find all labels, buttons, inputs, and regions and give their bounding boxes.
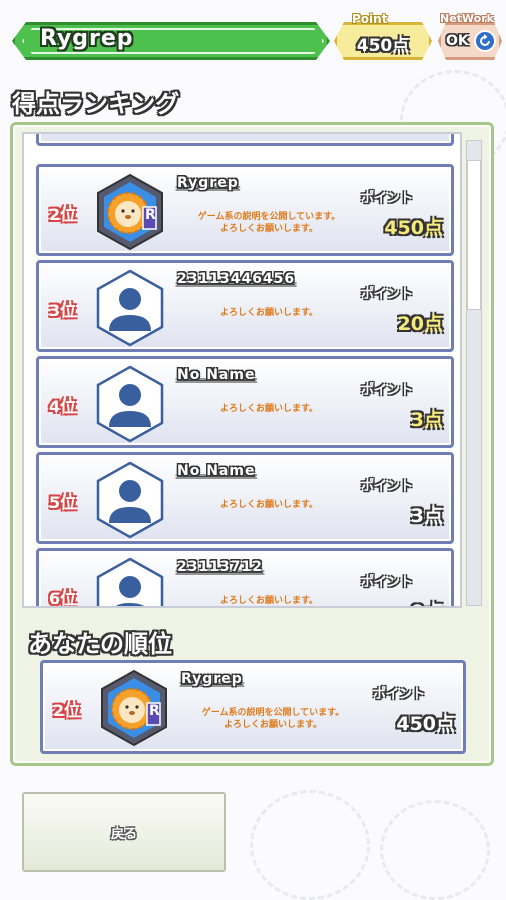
player-comment: ゲーム系の説明を公開しています。 よろしくお願いします。 <box>173 707 373 731</box>
point-amount: 20点 <box>397 313 443 335</box>
player-badge: R <box>149 703 160 719</box>
point-caption: ポイント <box>361 287 414 302</box>
player-comment: よろしくお願いします。 <box>169 403 369 415</box>
player-comment-line: よろしくお願いします。 <box>219 500 319 510</box>
point-amount: 450点 <box>384 217 443 239</box>
my-rank-title: あなたの順位 <box>28 630 172 658</box>
list-item[interactable]: 6位 23113712 よろしくお願いします。 ポイント 0点 <box>36 548 454 608</box>
background-pattern <box>250 790 370 900</box>
list-item[interactable]: 3位 23113446456 よろしくお願いします。 ポイント 20点 <box>36 260 454 352</box>
rank-label: 2位 <box>53 701 81 720</box>
rank-label: 5位 <box>49 493 77 512</box>
network-status: OK <box>446 33 469 49</box>
player-comment-line: よろしくお願いします。 <box>219 596 319 606</box>
point-caption: ポイント <box>361 479 414 494</box>
player-comment-line: ゲーム系の説明を公開しています。 <box>201 708 345 718</box>
ranking-title: 得点ランキング <box>12 90 180 118</box>
default-user-icon <box>96 461 164 539</box>
player-comment-line: ゲーム系の説明を公開しています。 <box>197 212 341 222</box>
refresh-icon-glyph <box>480 34 490 46</box>
player-comment: よろしくお願いします。 <box>169 595 369 606</box>
rank-label: 4位 <box>49 397 77 416</box>
network-label: NetWork <box>440 12 494 25</box>
point-caption: ポイント <box>373 687 426 702</box>
scrollbar-thumb[interactable] <box>467 160 481 310</box>
back-button[interactable]: 戻る <box>22 792 226 872</box>
rank-label: 2位 <box>49 205 77 224</box>
list-item[interactable]: 5位 No Name よろしくお願いします。 ポイント 3点 <box>36 452 454 544</box>
ranking-list[interactable]: 2位 R Rygrep ゲーム系の説明を公開しています。 よろしくお願いします。… <box>22 132 462 608</box>
rank-label: 6位 <box>49 589 77 608</box>
player-badge: R <box>145 207 156 223</box>
player-comment-line: よろしくお願いします。 <box>219 308 319 318</box>
point-amount: 3点 <box>410 409 443 431</box>
player-name: Rygrep <box>177 175 239 191</box>
point-amount: 3点 <box>410 505 443 527</box>
player-comment: よろしくお願いします。 <box>169 499 369 511</box>
refresh-icon[interactable] <box>474 30 496 52</box>
point-amount: 0点 <box>411 597 443 606</box>
player-name: 23113712 <box>177 559 263 575</box>
list-item[interactable]: 2位 R Rygrep ゲーム系の説明を公開しています。 よろしくお願いします。… <box>36 164 454 256</box>
rank-label: 3位 <box>49 301 77 320</box>
list-item[interactable] <box>36 134 454 146</box>
player-comment: ゲーム系の説明を公開しています。 よろしくお願いします。 <box>169 211 369 235</box>
player-comment-line: よろしくお願いします。 <box>219 404 319 414</box>
player-comment: よろしくお願いします。 <box>169 307 369 319</box>
player-name: No Name <box>177 367 256 383</box>
default-user-icon <box>96 365 164 443</box>
list-item[interactable]: 4位 No Name よろしくお願いします。 ポイント 3点 <box>36 356 454 448</box>
point-caption: ポイント <box>361 383 414 398</box>
point-caption: ポイント <box>361 191 414 206</box>
player-name: No Name <box>177 463 256 479</box>
background-pattern <box>380 800 490 900</box>
default-user-icon <box>96 557 164 606</box>
my-rank-card: 2位 R Rygrep ゲーム系の説明を公開しています。 よろしくお願いします。… <box>40 660 466 754</box>
point-caption: ポイント <box>361 575 414 590</box>
player-name: Rygrep <box>40 26 134 51</box>
player-comment-line: よろしくお願いします。 <box>219 224 319 234</box>
default-user-icon <box>96 269 164 347</box>
player-comment-line: よろしくお願いします。 <box>223 720 323 730</box>
player-name: 23113446456 <box>177 271 296 287</box>
point-value: 450点 <box>356 36 410 56</box>
point-label: Point <box>352 12 388 26</box>
point-amount: 450点 <box>396 713 455 735</box>
player-name: Rygrep <box>181 671 243 687</box>
